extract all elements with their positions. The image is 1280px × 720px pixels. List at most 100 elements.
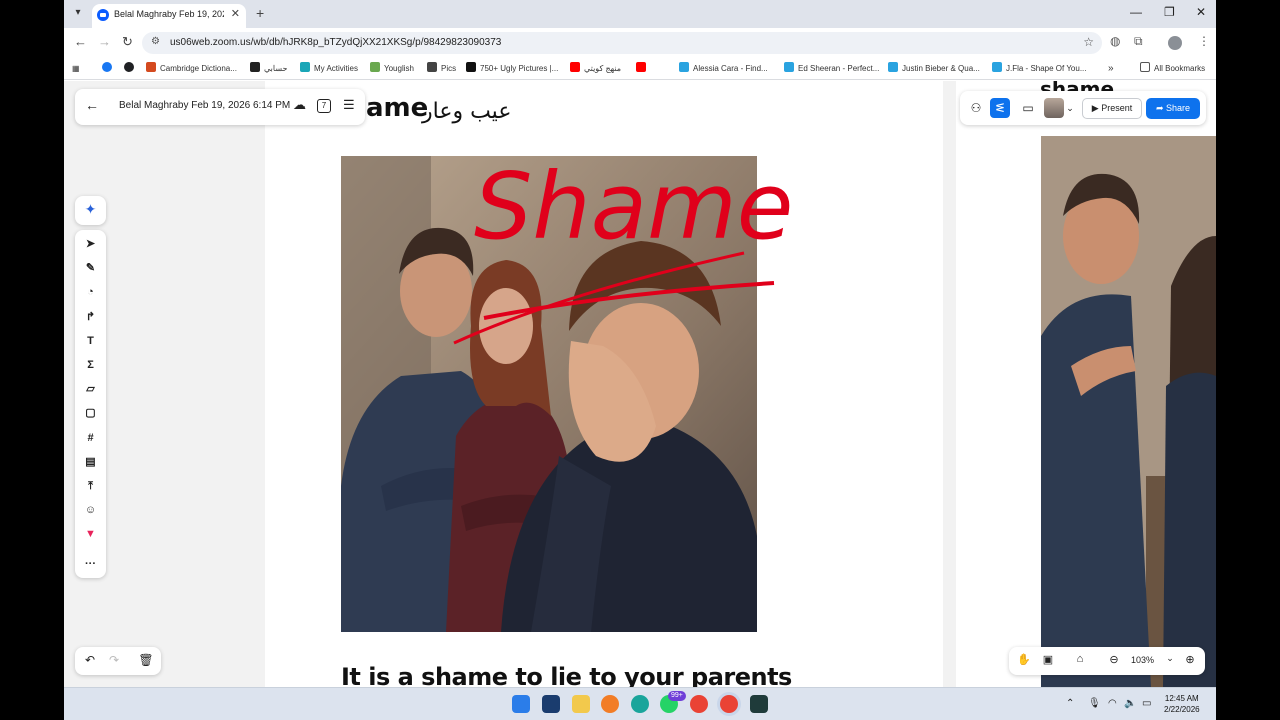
edge-icon[interactable] bbox=[631, 695, 649, 713]
board-menu-icon[interactable]: ☰ bbox=[343, 97, 355, 113]
volume-icon[interactable]: 🔈 bbox=[1124, 698, 1136, 709]
whiteboard-canvas[interactable]: ame عيب وعار shame bbox=[64, 81, 1216, 687]
bookmark-cambridge[interactable]: Cambridge Dictiona... bbox=[146, 62, 237, 76]
present-button[interactable]: ▶ Present bbox=[1082, 98, 1142, 119]
bookmark-alessia-cara[interactable]: Alessia Cara - Find... bbox=[679, 62, 768, 76]
zoom-chevron-down-icon[interactable]: ⌄ bbox=[1161, 653, 1179, 664]
emoji-tool-icon[interactable]: ☺ bbox=[75, 500, 106, 520]
all-bookmarks[interactable]: All Bookmarks bbox=[1140, 62, 1205, 76]
bookmark-pics[interactable]: Pics bbox=[427, 62, 456, 76]
minimize-icon[interactable]: — bbox=[1130, 5, 1142, 19]
youglish-icon bbox=[370, 62, 380, 72]
chrome-menu-icon[interactable]: ⋮ bbox=[1198, 34, 1210, 48]
bookmarks-overflow-icon[interactable]: » bbox=[1108, 62, 1114, 76]
page-count-icon[interactable]: 7 bbox=[317, 99, 331, 113]
page-caption: It is a shame to lie to your parents bbox=[341, 663, 792, 687]
ink-annotation[interactable]: Shame bbox=[444, 143, 824, 353]
app-integration-icon[interactable]: ▼ bbox=[75, 524, 106, 544]
minimap-icon[interactable]: ▣ bbox=[1039, 653, 1057, 666]
ai-assistant-button[interactable]: ✦ bbox=[75, 196, 106, 225]
reload-icon[interactable]: ↻ bbox=[122, 34, 133, 50]
formula-tool-icon[interactable]: Σ bbox=[75, 355, 106, 375]
hand-tool-icon[interactable]: ✋ bbox=[1015, 653, 1033, 666]
extensions-icon[interactable]: ⧉ bbox=[1134, 34, 1143, 49]
shapes-recognition-icon[interactable]: ⚇ bbox=[966, 98, 986, 118]
wifi-icon[interactable]: ◠ bbox=[1108, 698, 1117, 709]
delete-icon[interactable]: 🗑 bbox=[137, 653, 155, 667]
tab-search-icon[interactable]: ▾ bbox=[70, 5, 86, 21]
bookmark-ed-sheeran[interactable]: Ed Sheeran - Perfect... bbox=[784, 62, 879, 76]
zoom-out-icon[interactable]: ⊖ bbox=[1105, 653, 1123, 666]
board-header: ← Belal Maghraby Feb 19, 2026 6:14 PM ☁ … bbox=[75, 89, 365, 125]
lyrics-icon bbox=[679, 62, 689, 72]
firefox-icon[interactable] bbox=[601, 695, 619, 713]
template-tool-icon[interactable]: ▤ bbox=[75, 452, 106, 472]
cloud-save-icon[interactable]: ☁ bbox=[293, 97, 306, 113]
sticky-note-tool-icon[interactable]: ▱ bbox=[75, 379, 106, 399]
ink-shame-text: Shame bbox=[474, 153, 793, 260]
left-toolbar: ➤ ✎ ◔ ↱ T Σ ▱ ▢ # ▤ ⤒ ☺ ▼ ··· bbox=[75, 230, 106, 578]
start-icon[interactable] bbox=[512, 695, 530, 713]
select-tool-icon[interactable]: ➤ bbox=[75, 234, 106, 254]
text-tool-icon[interactable]: T bbox=[75, 331, 106, 351]
back-arrow-icon[interactable]: ← bbox=[85, 97, 99, 113]
browser-window: ▾ Belal Maghraby Feb 19, 2026 6: ✕ + — ❐… bbox=[64, 0, 1216, 720]
restore-icon[interactable]: ❐ bbox=[1164, 5, 1175, 19]
redo-icon[interactable]: ↷ bbox=[105, 653, 123, 667]
bookmark-my-activities[interactable]: My Activities bbox=[300, 62, 358, 76]
address-bar[interactable]: ⚙ us06web.zoom.us/wb/db/hJRK8p_bTZydQjXX… bbox=[142, 32, 1102, 54]
shapes-tool-icon[interactable]: ◔ bbox=[75, 282, 106, 302]
pen-tool-icon[interactable]: ✎ bbox=[75, 258, 106, 278]
bookmark-globe[interactable] bbox=[124, 62, 138, 76]
new-tab-icon[interactable]: + bbox=[256, 5, 264, 21]
frame-tool-icon[interactable]: # bbox=[75, 428, 106, 448]
bookmark-star-icon[interactable]: ☆ bbox=[1083, 35, 1094, 49]
lyrics-icon bbox=[992, 62, 1002, 72]
translate-icon[interactable]: ◍ bbox=[1110, 34, 1120, 48]
tray-overflow-icon[interactable]: ⌃ bbox=[1066, 698, 1074, 709]
bookmark-justin-bieber[interactable]: Justin Bieber & Qua... bbox=[888, 62, 980, 76]
comment-tool-icon[interactable]: ▢ bbox=[75, 403, 106, 423]
share-button[interactable]: ➦ Share bbox=[1146, 98, 1200, 119]
bookmark-ugly-pictures[interactable]: 750+ Ugly Pictures |... bbox=[466, 62, 558, 76]
window-close-icon[interactable]: ✕ bbox=[1196, 5, 1206, 19]
apps-icon[interactable]: ▦ bbox=[72, 62, 80, 76]
clock[interactable]: 12:45 AM 2/22/2026 bbox=[1164, 693, 1200, 715]
profile-avatar[interactable] bbox=[1168, 36, 1182, 50]
activities-icon bbox=[300, 62, 310, 72]
laser-icon[interactable]: ⌂ bbox=[1071, 653, 1089, 665]
chrome-active-icon[interactable] bbox=[720, 695, 738, 713]
bookmark-account[interactable]: حسابي bbox=[250, 62, 287, 76]
pictures-icon bbox=[466, 62, 476, 72]
more-tools-icon[interactable]: ··· bbox=[75, 554, 106, 574]
microphone-icon[interactable]: 🎙 bbox=[1088, 698, 1101, 709]
connector-tool-icon[interactable]: ↱ bbox=[75, 307, 106, 327]
zoom-in-icon[interactable]: ⊕ bbox=[1181, 653, 1199, 666]
site-info-icon[interactable]: ⚙ bbox=[151, 36, 160, 47]
collaborator-avatar[interactable] bbox=[1044, 98, 1064, 118]
file-explorer-icon[interactable] bbox=[572, 695, 590, 713]
windows-taskbar: 99+ ⌃ 🎙 ◠ 🔈 ▭ 12:45 AM 2/22/2026 bbox=[64, 687, 1216, 720]
upload-tool-icon[interactable]: ⤒ bbox=[75, 476, 106, 496]
bookmark-jfla[interactable]: J.Fla - Shape Of You... bbox=[992, 62, 1087, 76]
bookmark-youglish[interactable]: Youglish bbox=[370, 62, 414, 76]
bookmark-kuwaiti-curriculum[interactable]: منهج كويتي bbox=[570, 62, 621, 76]
collaborators-chevron-down-icon[interactable]: ⌄ bbox=[1064, 98, 1076, 118]
angry-father-illustration[interactable] bbox=[1041, 136, 1216, 687]
battery-icon[interactable]: ▭ bbox=[1142, 698, 1151, 709]
back-icon[interactable]: ← bbox=[74, 34, 87, 49]
smart-ink-icon[interactable]: ᓬ bbox=[990, 98, 1010, 118]
terminal-icon[interactable] bbox=[750, 695, 768, 713]
forward-icon[interactable]: → bbox=[98, 34, 111, 49]
bookmark-facebook[interactable] bbox=[102, 62, 116, 76]
url-text[interactable]: us06web.zoom.us/wb/db/hJRK8p_bTZydQjXX21… bbox=[170, 37, 501, 48]
undo-icon[interactable]: ↶ bbox=[81, 653, 99, 667]
comment-icon[interactable]: ▭ bbox=[1018, 98, 1038, 118]
bookmarks-bar: ▦ Cambridge Dictiona... حسابي My Activit… bbox=[64, 58, 1216, 80]
task-view-icon[interactable] bbox=[542, 695, 560, 713]
tab-close-icon[interactable]: ✕ bbox=[231, 7, 240, 20]
chrome-icon[interactable] bbox=[690, 695, 708, 713]
bookmark-youtube[interactable] bbox=[636, 62, 650, 76]
zoom-level[interactable]: 103% bbox=[1131, 655, 1154, 665]
browser-tab[interactable]: Belal Maghraby Feb 19, 2026 6: ✕ bbox=[92, 4, 246, 28]
